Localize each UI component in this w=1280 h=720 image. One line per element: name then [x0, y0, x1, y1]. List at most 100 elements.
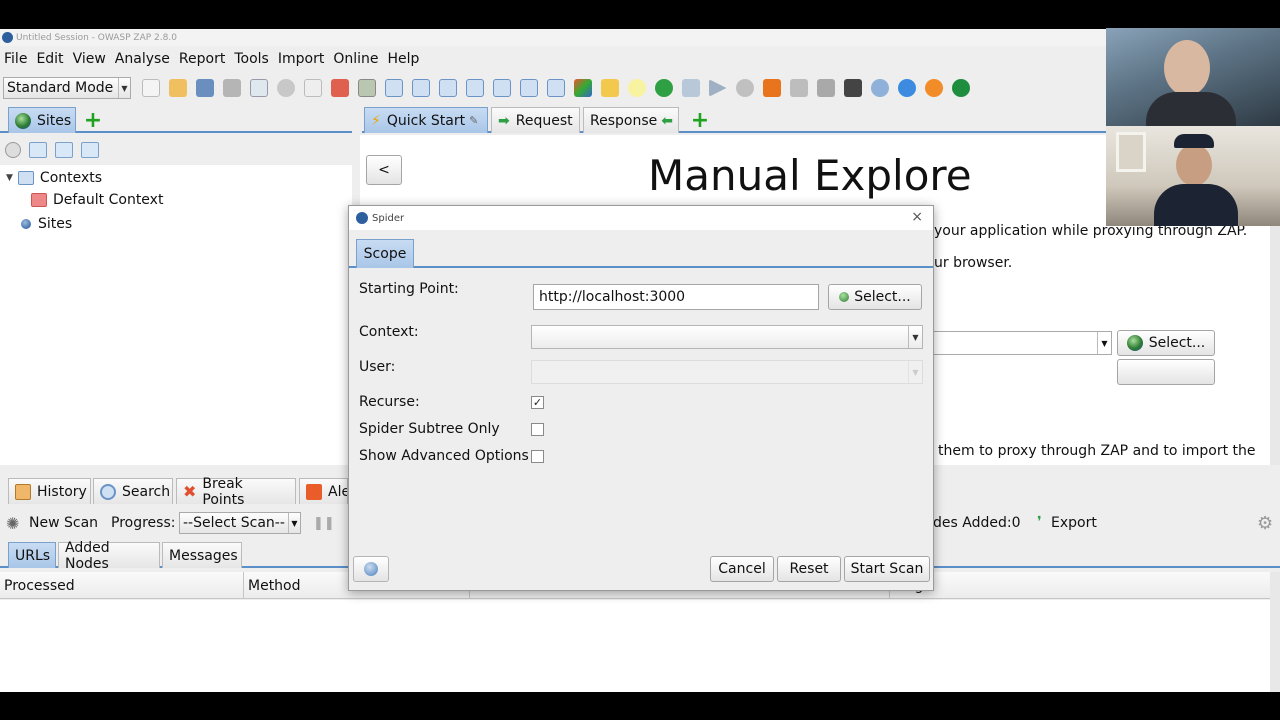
browser-select[interactable]: ▼ [932, 331, 1112, 355]
advanced-options-checkbox[interactable] [531, 450, 544, 463]
close-icon[interactable]: × [911, 209, 923, 225]
tree-node-contexts[interactable]: ▼ Contexts [6, 170, 102, 186]
tab-quick-start-label: Quick Start [386, 112, 466, 129]
status-dot-icon[interactable] [951, 79, 970, 97]
menu-import[interactable]: Import [276, 51, 326, 67]
gear-icon[interactable]: ⚙ [1257, 513, 1273, 534]
cancel-button[interactable]: Cancel [710, 556, 774, 582]
tab-search[interactable]: Search [93, 478, 173, 504]
layout-6-icon[interactable] [519, 79, 538, 97]
break-icon[interactable] [654, 79, 673, 97]
menu-file[interactable]: File [2, 51, 29, 67]
lock-icon[interactable] [600, 79, 619, 97]
gear-icon[interactable] [276, 79, 295, 97]
hud-icon[interactable] [816, 79, 835, 97]
expand-icon: ▼ [6, 173, 13, 183]
step-icon[interactable] [681, 79, 700, 97]
lightbulb-icon[interactable] [627, 79, 646, 97]
table-scrollbar[interactable] [1270, 572, 1280, 692]
start-scan-button[interactable]: Start Scan [844, 556, 930, 582]
add-tab-button[interactable]: + [82, 107, 104, 133]
layout-2-icon[interactable] [411, 79, 430, 97]
plus-icon: + [83, 107, 103, 133]
menu-online[interactable]: Online [331, 51, 380, 67]
starting-point-select-button[interactable]: Select... [828, 284, 922, 310]
launch-select-button[interactable]: Select... [1117, 330, 1215, 356]
export-context-icon[interactable] [81, 142, 99, 158]
layout-7-icon[interactable] [546, 79, 565, 97]
pin-icon: ✎ [469, 114, 479, 127]
tab-response[interactable]: Response ⬅ [583, 107, 679, 133]
tab-history[interactable]: History [8, 478, 91, 504]
explore-select-button[interactable] [1117, 359, 1215, 385]
layout-1-icon[interactable] [384, 79, 403, 97]
zap-window: Untitled Session - OWASP ZAP 2.8.0 File … [0, 29, 1280, 692]
context-icon[interactable] [303, 79, 322, 97]
new-scan-button[interactable]: New Scan [29, 515, 98, 531]
open-session-icon[interactable] [168, 79, 187, 97]
starting-point-input[interactable]: http://localhost:3000 [533, 284, 819, 310]
tab-urls-label: URLs [15, 547, 51, 564]
reset-button[interactable]: Reset [777, 556, 841, 582]
export-button[interactable]: Export [1051, 515, 1097, 531]
menu-analyse[interactable]: Analyse [113, 51, 172, 67]
save-session-icon[interactable] [195, 79, 214, 97]
scope-icon[interactable] [573, 79, 592, 97]
spider-icon: ✺ [6, 514, 20, 533]
play-icon[interactable] [708, 79, 727, 97]
user-select[interactable]: ▼ [531, 360, 923, 384]
mode-select[interactable]: Standard Mode ▼ [3, 77, 131, 99]
filter-icon[interactable] [789, 79, 808, 97]
session-properties-icon[interactable] [249, 79, 268, 97]
tab-search-label: Search [122, 483, 171, 500]
dialog-title: Spider [372, 212, 405, 224]
explore-text-2: ur browser. [934, 255, 1013, 271]
layout-3-icon[interactable] [438, 79, 457, 97]
dialog-help-button[interactable] [353, 556, 389, 582]
menu-edit[interactable]: Edit [34, 51, 65, 67]
tab-quick-start[interactable]: ⚡ Quick Start ✎ [364, 107, 488, 133]
terminal-icon[interactable] [843, 79, 862, 97]
page-title: Manual Explore [648, 151, 972, 200]
add-workspace-tab-button[interactable]: + [689, 108, 711, 133]
new-context-icon[interactable] [29, 142, 47, 158]
firefox-icon[interactable] [924, 79, 943, 97]
drop-icon[interactable] [762, 79, 781, 97]
recurse-checkbox[interactable]: ✓ [531, 396, 544, 409]
column-flags[interactable]: Flags [890, 572, 1270, 599]
tab-sites[interactable]: Sites [8, 107, 76, 133]
target-icon[interactable] [5, 142, 21, 158]
tab-request[interactable]: ➡ Request [491, 107, 580, 133]
tab-urls[interactable]: URLs [8, 542, 56, 568]
import-context-icon[interactable] [55, 142, 73, 158]
column-processed[interactable]: Processed [0, 572, 244, 599]
tab-scope[interactable]: Scope [356, 239, 414, 268]
tree-node-default-context[interactable]: Default Context [31, 192, 163, 208]
subtree-checkbox[interactable] [531, 423, 544, 436]
user-label: User: [359, 359, 396, 375]
layout-4-icon[interactable] [465, 79, 484, 97]
advanced-options-label: Show Advanced Options [359, 448, 529, 464]
pause-icon[interactable]: ❚❚ [313, 516, 335, 531]
layout-5-icon[interactable] [492, 79, 511, 97]
tree-node-sites[interactable]: Sites [21, 216, 72, 232]
screen: Untitled Session - OWASP ZAP 2.8.0 File … [0, 0, 1280, 720]
snapshot-icon[interactable] [222, 79, 241, 97]
menu-help[interactable]: Help [385, 51, 421, 67]
chrome-icon[interactable] [897, 79, 916, 97]
help-icon[interactable] [870, 79, 889, 97]
back-button[interactable]: < [366, 155, 402, 185]
new-session-icon[interactable] [141, 79, 160, 97]
tab-break-points[interactable]: ✖ Break Points [176, 476, 296, 508]
context-select[interactable]: ▼ [531, 325, 923, 349]
stop-icon[interactable] [735, 79, 754, 97]
menu-report[interactable]: Report [177, 51, 227, 67]
tab-alerts[interactable]: Ale [299, 478, 348, 504]
menu-view[interactable]: View [71, 51, 108, 67]
menu-tools[interactable]: Tools [232, 51, 271, 67]
delete-icon[interactable] [330, 79, 349, 97]
scan-select[interactable]: --Select Scan-- ▼ [179, 512, 301, 534]
screenshot-icon[interactable] [357, 79, 376, 97]
tab-added-nodes[interactable]: Added Nodes [58, 540, 160, 572]
tab-messages[interactable]: Messages [162, 542, 242, 568]
